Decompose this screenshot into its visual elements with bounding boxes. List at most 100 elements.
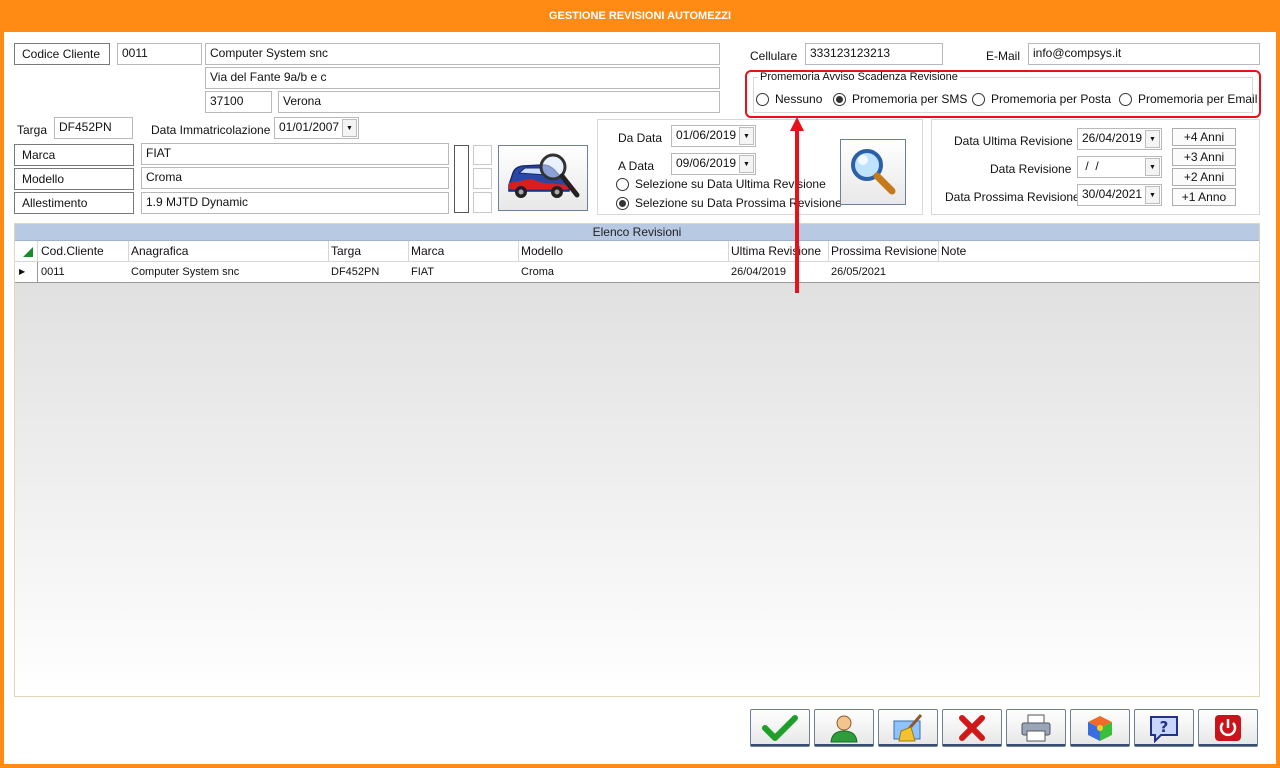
grid-title: Elenco Revisioni bbox=[15, 224, 1259, 241]
cube-icon bbox=[1088, 716, 1112, 741]
radio-data-ultima[interactable]: Selezione su Data Ultima Revisione bbox=[616, 177, 826, 191]
select-all-corner[interactable] bbox=[15, 241, 38, 262]
radio-label: Selezione su Data Prossima Revisione bbox=[635, 196, 842, 210]
cell-targa: DF452PN bbox=[331, 266, 380, 278]
citta-field[interactable]: Verona bbox=[278, 91, 720, 113]
radio-dot bbox=[756, 92, 769, 106]
radio-dot-selected bbox=[833, 92, 846, 106]
col-marca[interactable]: Marca bbox=[409, 241, 519, 262]
plus-1-anno-button[interactable]: +1 Anno bbox=[1172, 188, 1236, 206]
print-button[interactable] bbox=[1006, 709, 1066, 747]
chevron-down-icon[interactable]: ▼ bbox=[739, 155, 754, 173]
col-targa[interactable]: Targa bbox=[329, 241, 409, 262]
chevron-down-icon[interactable]: ▼ bbox=[739, 127, 754, 145]
plus-4-anni-button[interactable]: +4 Anni bbox=[1172, 128, 1236, 146]
da-data-value: 01/06/2019 bbox=[676, 128, 737, 142]
col-cod-cliente[interactable]: Cod.Cliente bbox=[39, 241, 129, 262]
col-note[interactable]: Note bbox=[939, 241, 1259, 262]
prossima-revisione-combo[interactable]: 30/04/2021 ▼ bbox=[1077, 184, 1162, 206]
marca-button[interactable]: Marca bbox=[14, 144, 134, 166]
modello-button[interactable]: Modello bbox=[14, 168, 134, 190]
clear-button[interactable] bbox=[878, 709, 938, 747]
radio-data-prossima[interactable]: Selezione su Data Prossima Revisione bbox=[616, 196, 842, 210]
a-data-label: A Data bbox=[618, 159, 655, 173]
prossima-revisione-label: Data Prossima Revisione bbox=[945, 190, 1080, 204]
radio-nessuno[interactable]: Nessuno bbox=[756, 92, 822, 106]
color-swatch[interactable] bbox=[454, 145, 469, 213]
confirm-button[interactable] bbox=[750, 709, 810, 747]
small-box[interactable] bbox=[473, 168, 492, 189]
help-icon: ? bbox=[1150, 716, 1178, 743]
immatricolazione-value: 01/01/2007 bbox=[279, 120, 340, 134]
corner-triangle-icon bbox=[23, 247, 33, 257]
cellulare-field[interactable]: 333123123213 bbox=[805, 43, 943, 65]
magnifier-icon bbox=[847, 145, 899, 200]
targa-label: Targa bbox=[17, 123, 48, 137]
immatricolazione-combo[interactable]: 01/01/2007 ▼ bbox=[274, 117, 359, 139]
exit-button[interactable] bbox=[1198, 709, 1258, 747]
col-anagrafica[interactable]: Anagrafica bbox=[129, 241, 329, 262]
targa-field[interactable]: DF452PN bbox=[54, 117, 133, 139]
window-title: GESTIONE REVISIONI AUTOMEZZI bbox=[0, 0, 1280, 32]
col-prossima-revisione[interactable]: Prossima Revisione bbox=[829, 241, 939, 262]
cell-marca: FIAT bbox=[411, 266, 435, 278]
allestimento-button[interactable]: Allestimento bbox=[14, 192, 134, 214]
ragione-sociale-field[interactable]: Computer System snc bbox=[205, 43, 720, 65]
search-vehicle-button[interactable] bbox=[498, 145, 588, 211]
clear-broom-icon bbox=[893, 714, 923, 742]
ultima-revisione-value: 26/04/2019 bbox=[1082, 131, 1143, 145]
ultima-revisione-combo[interactable]: 26/04/2019 ▼ bbox=[1077, 128, 1162, 150]
data-revisione-combo[interactable]: / / ▼ bbox=[1077, 156, 1162, 178]
user-icon bbox=[830, 715, 858, 743]
cap-field[interactable]: 37100 bbox=[205, 91, 272, 113]
small-box[interactable] bbox=[473, 145, 492, 165]
modules-button[interactable] bbox=[1070, 709, 1130, 747]
chevron-down-icon[interactable]: ▼ bbox=[1145, 186, 1160, 204]
da-data-label: Da Data bbox=[618, 131, 663, 145]
radio-promemoria-sms[interactable]: Promemoria per SMS bbox=[833, 92, 967, 106]
codice-cliente-field[interactable]: 0011 bbox=[117, 43, 202, 65]
col-ultima-revisione[interactable]: Ultima Revisione bbox=[729, 241, 829, 262]
allestimento-field[interactable]: 1.9 MJTD Dynamic bbox=[141, 192, 449, 214]
promemoria-legend: Promemoria Avviso Scadenza Revisione bbox=[758, 71, 960, 83]
codice-cliente-button[interactable]: Codice Cliente bbox=[14, 43, 110, 65]
plus-3-anni-button[interactable]: +3 Anni bbox=[1172, 148, 1236, 166]
col-modello[interactable]: Modello bbox=[519, 241, 729, 262]
plus-2-anni-button[interactable]: +2 Anni bbox=[1172, 168, 1236, 186]
data-revisione-label: Data Revisione bbox=[990, 162, 1072, 176]
radio-dot-selected bbox=[616, 196, 629, 210]
help-button[interactable]: ? bbox=[1134, 709, 1194, 747]
radio-dot bbox=[616, 177, 629, 191]
svg-text:?: ? bbox=[1160, 718, 1169, 736]
cliente-button[interactable] bbox=[814, 709, 874, 747]
cell-ultima-revisione: 26/04/2019 bbox=[731, 266, 787, 278]
search-button[interactable] bbox=[840, 139, 906, 205]
radio-promemoria-posta[interactable]: Promemoria per Posta bbox=[972, 92, 1111, 106]
grid-header: Cod.Cliente Anagrafica Targa Marca Model… bbox=[15, 241, 1259, 262]
table-row[interactable]: ▶ 0011 Computer System snc DF452PN FIAT … bbox=[15, 262, 1259, 283]
cell-cod-cliente: 0011 bbox=[41, 266, 65, 278]
da-data-combo[interactable]: 01/06/2019 ▼ bbox=[671, 125, 756, 147]
printer-icon bbox=[1021, 714, 1051, 742]
marca-field[interactable]: FIAT bbox=[141, 143, 449, 165]
email-field[interactable]: info@compsys.it bbox=[1028, 43, 1260, 65]
immatricolazione-label: Data Immatricolazione bbox=[151, 123, 271, 137]
radio-label: Promemoria per Posta bbox=[991, 92, 1112, 106]
radio-promemoria-email[interactable]: Promemoria per Email bbox=[1119, 92, 1257, 106]
modello-field[interactable]: Croma bbox=[141, 167, 449, 189]
a-data-value: 09/06/2019 bbox=[676, 156, 737, 170]
small-box[interactable] bbox=[473, 192, 492, 213]
indirizzo-field[interactable]: Via del Fante 9a/b e c bbox=[205, 67, 720, 89]
cancel-button[interactable] bbox=[942, 709, 1002, 747]
main-panel: Codice Cliente 0011 Computer System snc … bbox=[4, 32, 1276, 764]
chevron-down-icon[interactable]: ▼ bbox=[1145, 130, 1160, 148]
prossima-revisione-value: 30/04/2021 bbox=[1082, 187, 1143, 201]
cellulare-label: Cellulare bbox=[750, 49, 798, 63]
cell-modello: Croma bbox=[521, 266, 555, 278]
cell-note bbox=[939, 262, 1259, 283]
cancel-x-icon bbox=[959, 715, 985, 741]
chevron-down-icon[interactable]: ▼ bbox=[1145, 158, 1160, 176]
chevron-down-icon[interactable]: ▼ bbox=[342, 119, 357, 137]
row-indicator: ▶ bbox=[15, 262, 38, 283]
a-data-combo[interactable]: 09/06/2019 ▼ bbox=[671, 153, 756, 175]
